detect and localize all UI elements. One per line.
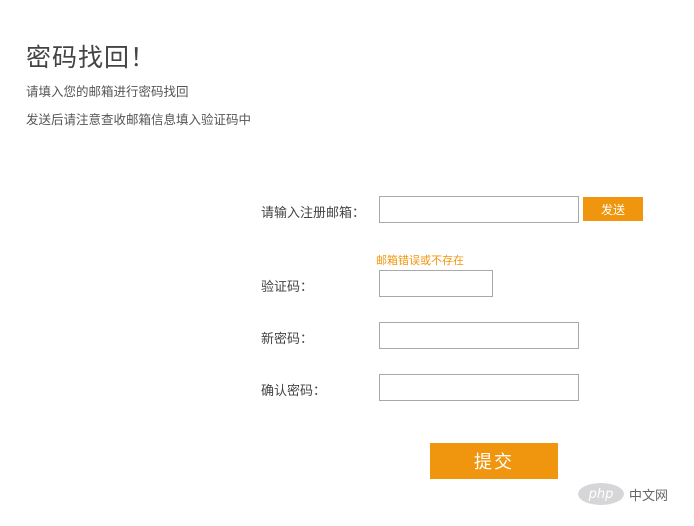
new-password-input[interactable]: [379, 322, 579, 349]
email-input[interactable]: [379, 196, 579, 223]
send-code-button[interactable]: 发送: [583, 197, 643, 221]
php-logo-icon: php: [578, 483, 624, 505]
instruction-text-secondary: 发送后请注意查收邮箱信息填入验证码中: [26, 112, 252, 127]
confirm-password-input[interactable]: [379, 374, 579, 401]
verification-code-label: 验证码：: [261, 280, 314, 295]
watermark-site-text: 中文网: [629, 488, 669, 504]
new-password-label: 新密码：: [261, 332, 314, 347]
verification-code-input[interactable]: [379, 270, 493, 297]
submit-button[interactable]: 提交: [430, 443, 558, 479]
email-error-message: 邮箱错误或不存在: [376, 254, 464, 267]
confirm-password-label: 确认密码：: [261, 384, 327, 399]
site-watermark: php 中文网: [578, 483, 668, 505]
page-title: 密码找回！: [26, 43, 157, 72]
instruction-text: 请填入您的邮箱进行密码找回: [26, 84, 189, 99]
email-label: 请输入注册邮箱：: [261, 206, 366, 221]
